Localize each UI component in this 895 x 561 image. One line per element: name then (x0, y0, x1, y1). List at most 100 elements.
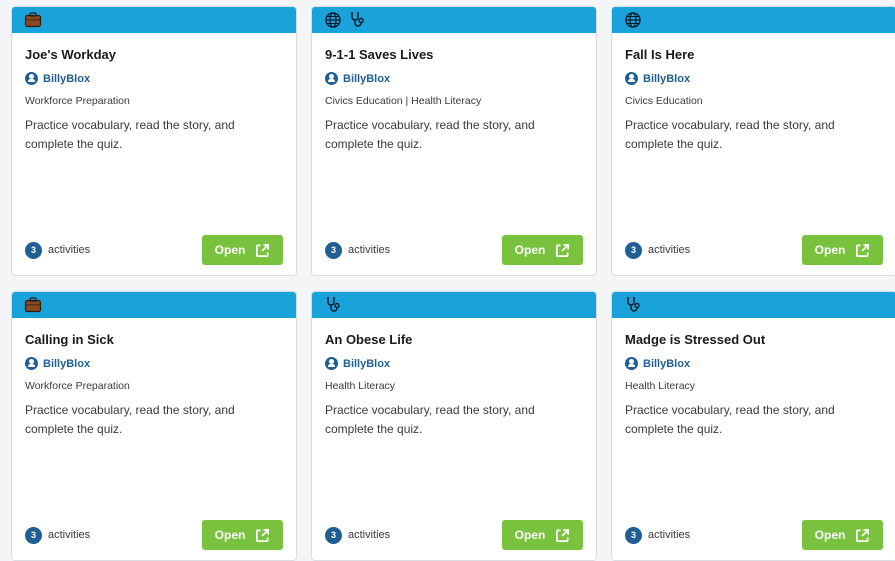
user-icon (625, 357, 638, 370)
card-category: Health Literacy (625, 380, 696, 392)
activity-count-badge: 3 (625, 241, 642, 259)
user-icon (325, 72, 338, 85)
card-header (12, 7, 296, 33)
card-title: Joe's Workday (25, 47, 116, 62)
activities-label: activities (648, 244, 691, 256)
card-title: Calling in Sick (25, 332, 114, 347)
activity-count-badge: 3 (325, 526, 342, 544)
card-category: Civics Education | Health Literacy (325, 95, 482, 107)
card-header (612, 7, 895, 33)
user-icon (25, 357, 38, 370)
activity-count: 3 activities (625, 526, 691, 544)
activities-label: activities (48, 244, 91, 256)
card-description: Practice vocabulary, read the story, and… (25, 403, 235, 436)
activity-count-badge: 3 (25, 526, 42, 544)
globe-icon (624, 11, 642, 29)
card-body: 9-1-1 Saves Lives BillyBlox Civics Educa… (312, 33, 596, 275)
activity-count: 3 activities (625, 241, 691, 259)
external-link-icon (556, 528, 570, 542)
author-name: BillyBlox (643, 72, 691, 85)
card-category: Civics Education (625, 95, 703, 107)
card-header (312, 292, 596, 318)
activities-label: activities (348, 244, 391, 256)
open-button[interactable]: Open (802, 235, 883, 265)
external-link-icon (856, 528, 870, 542)
briefcase-icon (24, 296, 42, 314)
card-footer: 3 activities Open (25, 235, 283, 265)
activities-label: activities (48, 529, 91, 541)
activities-label: activities (648, 529, 691, 541)
open-button-label: Open (814, 528, 846, 542)
card-header (612, 292, 895, 318)
card-header (312, 7, 596, 33)
card-body: Fall Is Here BillyBlox Civics Education … (612, 33, 895, 275)
author-link[interactable]: BillyBlox (25, 357, 283, 370)
stethoscope-icon (624, 296, 642, 314)
lesson-card-6: Madge is Stressed Out BillyBlox Health L… (611, 291, 895, 561)
author-link[interactable]: BillyBlox (625, 72, 883, 85)
author-link[interactable]: BillyBlox (325, 357, 583, 370)
open-button-label: Open (514, 528, 546, 542)
card-description: Practice vocabulary, read the story, and… (325, 118, 535, 151)
card-footer: 3 activities Open (625, 235, 883, 265)
lesson-card-1: Joe's Workday BillyBlox Workforce Prepar… (11, 6, 297, 276)
activity-count: 3 activities (325, 526, 391, 544)
card-description: Practice vocabulary, read the story, and… (25, 118, 235, 151)
activity-count-badge: 3 (625, 526, 642, 544)
activity-count: 3 activities (325, 241, 391, 259)
external-link-icon (556, 243, 570, 257)
external-link-icon (256, 528, 270, 542)
author-link[interactable]: BillyBlox (25, 72, 283, 85)
open-button[interactable]: Open (502, 520, 583, 550)
open-button[interactable]: Open (502, 235, 583, 265)
activity-count-badge: 3 (325, 241, 342, 259)
author-name: BillyBlox (43, 357, 91, 370)
lesson-card-4: Calling in Sick BillyBlox Workforce Prep… (11, 291, 297, 561)
open-button[interactable]: Open (202, 520, 283, 550)
card-description: Practice vocabulary, read the story, and… (625, 118, 835, 151)
open-button-label: Open (214, 243, 246, 257)
open-button[interactable]: Open (802, 520, 883, 550)
card-category: Health Literacy (325, 380, 396, 392)
card-category: Workforce Preparation (25, 380, 130, 392)
card-footer: 3 activities Open (25, 520, 283, 550)
card-category: Workforce Preparation (25, 95, 130, 107)
card-body: Calling in Sick BillyBlox Workforce Prep… (12, 318, 296, 560)
author-name: BillyBlox (43, 72, 91, 85)
card-body: Madge is Stressed Out BillyBlox Health L… (612, 318, 895, 560)
author-link[interactable]: BillyBlox (625, 357, 883, 370)
stethoscope-icon (348, 11, 366, 29)
open-button-label: Open (814, 243, 846, 257)
card-description: Practice vocabulary, read the story, and… (625, 403, 835, 436)
briefcase-icon (24, 11, 42, 29)
card-title: 9-1-1 Saves Lives (325, 47, 434, 62)
card-footer: 3 activities Open (325, 520, 583, 550)
activity-count-badge: 3 (25, 241, 42, 259)
author-link[interactable]: BillyBlox (325, 72, 583, 85)
external-link-icon (856, 243, 870, 257)
lesson-card-3: Fall Is Here BillyBlox Civics Education … (611, 6, 895, 276)
card-footer: 3 activities Open (625, 520, 883, 550)
globe-icon (324, 11, 342, 29)
author-name: BillyBlox (343, 72, 391, 85)
open-button-label: Open (214, 528, 246, 542)
card-description: Practice vocabulary, read the story, and… (325, 403, 535, 436)
user-icon (625, 72, 638, 85)
open-button[interactable]: Open (202, 235, 283, 265)
open-button-label: Open (514, 243, 546, 257)
lesson-card-2: 9-1-1 Saves Lives BillyBlox Civics Educa… (311, 6, 597, 276)
author-name: BillyBlox (343, 357, 391, 370)
card-header (12, 292, 296, 318)
lesson-card-5: An Obese Life BillyBlox Health Literacy … (311, 291, 597, 561)
card-body: An Obese Life BillyBlox Health Literacy … (312, 318, 596, 560)
external-link-icon (256, 243, 270, 257)
card-title: An Obese Life (325, 332, 413, 347)
card-footer: 3 activities Open (325, 235, 583, 265)
activity-count: 3 activities (25, 241, 91, 259)
author-name: BillyBlox (643, 357, 691, 370)
activity-count: 3 activities (25, 526, 91, 544)
stethoscope-icon (324, 296, 342, 314)
user-icon (325, 357, 338, 370)
card-title: Madge is Stressed Out (625, 332, 766, 347)
activities-label: activities (348, 529, 391, 541)
